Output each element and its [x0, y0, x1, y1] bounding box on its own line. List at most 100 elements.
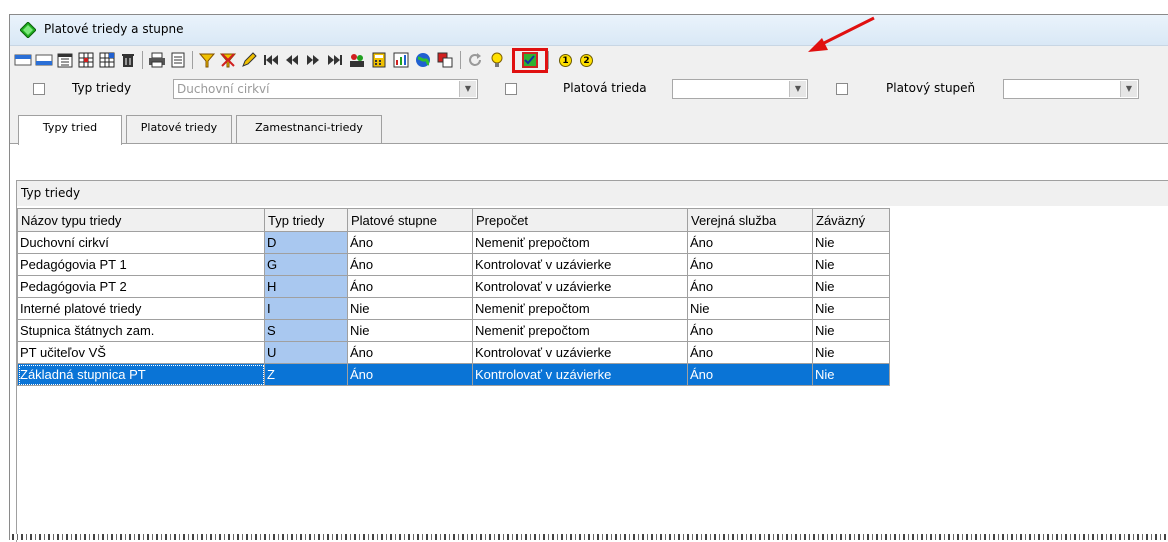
cell-nazov[interactable]: Duchovní cirkví — [17, 231, 265, 254]
cell-prepocet[interactable]: Nemeniť prepočtom — [472, 319, 688, 342]
table-row[interactable]: Duchovní cirkví D Áno Nemeniť prepočtom Áno N… — [17, 231, 890, 254]
cell-zavazny[interactable]: Nie — [812, 231, 890, 254]
circle-one-icon[interactable]: 1 — [559, 54, 572, 67]
cell-nazov[interactable]: PT učiteľov VŠ — [17, 341, 265, 364]
column-header[interactable]: Typ triedy — [264, 208, 348, 232]
table-top-icon[interactable] — [14, 51, 32, 69]
platovy-stupen-checkbox[interactable] — [836, 83, 848, 95]
cell-verejna-sluzba[interactable]: Áno — [687, 231, 813, 254]
cell-zavazny[interactable]: Nie — [812, 363, 890, 386]
tab-typy-tried[interactable]: Typy tried — [18, 115, 122, 145]
cell-zavazny[interactable]: Nie — [812, 319, 890, 342]
cell-zavazny[interactable]: Nie — [812, 253, 890, 276]
cell-nazov[interactable]: Pedagógovia PT 1 — [17, 253, 265, 276]
cell-platove-stupne[interactable]: Áno — [347, 363, 473, 386]
cell-verejna-sluzba[interactable]: Áno — [687, 341, 813, 364]
filter-icon[interactable] — [198, 51, 216, 69]
table-row-selected[interactable]: Základná stupnica PT Z Áno Kontrolovať v uz… — [17, 363, 890, 386]
table-row[interactable]: Pedagógovia PT 2 H Áno Kontrolovať v uzávie… — [17, 275, 890, 298]
data-grid[interactable]: Názov typu triedy Typ triedy Platové stu… — [16, 206, 1168, 542]
cell-nazov[interactable]: Interné platové triedy — [17, 297, 265, 320]
prev-record-icon[interactable] — [283, 51, 301, 69]
globe-icon[interactable] — [414, 51, 432, 69]
tab-platove-triedy[interactable]: Platové triedy — [126, 115, 232, 143]
cell-platove-stupne[interactable]: Nie — [347, 319, 473, 342]
cell-prepocet[interactable]: Kontrolovať v uzávierke — [472, 341, 688, 364]
table-bottom-icon[interactable] — [35, 51, 53, 69]
cell-typ[interactable]: S — [264, 319, 348, 342]
grid-icon[interactable] — [77, 51, 95, 69]
checklist-icon[interactable] — [521, 51, 539, 69]
cell-typ[interactable]: U — [264, 341, 348, 364]
circle-two-icon[interactable]: 2 — [580, 54, 593, 67]
cell-typ[interactable]: G — [264, 253, 348, 276]
printer-icon[interactable] — [148, 51, 166, 69]
cell-platove-stupne[interactable]: Nie — [347, 297, 473, 320]
chevron-down-icon[interactable]: ▼ — [789, 81, 806, 97]
column-header[interactable]: Prepočet — [472, 208, 688, 232]
cell-verejna-sluzba[interactable]: Áno — [687, 275, 813, 298]
column-header[interactable]: Platové stupne — [347, 208, 473, 232]
cell-verejna-sluzba[interactable]: Áno — [687, 253, 813, 276]
document-icon[interactable] — [169, 51, 187, 69]
column-header[interactable]: Názov typu triedy — [17, 208, 265, 232]
clear-filter-icon[interactable] — [219, 51, 237, 69]
cell-platove-stupne[interactable]: Áno — [347, 253, 473, 276]
last-record-icon[interactable] — [326, 51, 344, 69]
cell-nazov[interactable]: Stupnica štátnych zam. — [17, 319, 265, 342]
chart-icon[interactable] — [392, 51, 410, 69]
cell-typ[interactable]: I — [264, 297, 348, 320]
refresh-icon[interactable] — [466, 51, 484, 69]
cell-platove-stupne[interactable]: Áno — [347, 231, 473, 254]
calendar-icon[interactable] — [56, 51, 74, 69]
trash-icon[interactable] — [119, 51, 137, 69]
cell-verejna-sluzba[interactable]: Áno — [687, 319, 813, 342]
platova-trieda-checkbox[interactable] — [505, 83, 517, 95]
cell-prepocet[interactable]: Kontrolovať v uzávierke — [472, 363, 688, 386]
typ-triedy-checkbox[interactable] — [33, 83, 45, 95]
column-header[interactable]: Záväzný — [812, 208, 890, 232]
copy-red-icon[interactable] — [436, 51, 454, 69]
platovy-stupen-combo[interactable]: ▼ — [1003, 79, 1139, 99]
grid-blue-icon[interactable] — [98, 51, 116, 69]
table-row[interactable]: Pedagógovia PT 1 G Áno Kontrolovať v uzávie… — [17, 253, 890, 276]
pencil-icon[interactable] — [240, 51, 258, 69]
next-record-icon[interactable] — [304, 51, 322, 69]
bulb-icon[interactable] — [488, 51, 506, 69]
column-header[interactable]: Verejná služba — [687, 208, 813, 232]
cell-zavazny[interactable]: Nie — [812, 275, 890, 298]
cell-nazov[interactable]: Základná stupnica PT — [17, 363, 265, 386]
cell-typ[interactable]: D — [264, 231, 348, 254]
cell-typ[interactable]: Z — [264, 363, 348, 386]
filter-bar: Typ triedy Duchovní cirkví ▼ Platová tri… — [10, 77, 1168, 105]
cell-verejna-sluzba[interactable]: Nie — [687, 297, 813, 320]
chevron-down-icon[interactable]: ▼ — [459, 81, 476, 97]
users-icon[interactable] — [348, 51, 366, 69]
title-bar: Platové triedy a stupne — [10, 15, 1168, 46]
app-window: Platové triedy a stupne 1 2 Typ triedy D… — [9, 14, 1168, 542]
table-header-row: Názov typu triedy Typ triedy Platové stu… — [17, 208, 890, 232]
cell-nazov[interactable]: Pedagógovia PT 2 — [17, 275, 265, 298]
platova-trieda-combo[interactable]: ▼ — [672, 79, 808, 99]
cell-platove-stupne[interactable]: Áno — [347, 341, 473, 364]
tab-zamestnanci-triedy[interactable]: Zamestnanci-triedy — [236, 115, 382, 143]
cell-prepocet[interactable]: Kontrolovať v uzávierke — [472, 253, 688, 276]
chevron-down-icon[interactable]: ▼ — [1120, 81, 1137, 97]
cell-prepocet[interactable]: Nemeniť prepočtom — [472, 231, 688, 254]
table-row[interactable]: PT učiteľov VŠ U Áno Kontrolovať v uzávierk… — [17, 341, 890, 364]
typ-triedy-combo[interactable]: Duchovní cirkví ▼ — [173, 79, 478, 99]
cell-typ[interactable]: H — [264, 275, 348, 298]
platovy-stupen-label: Platový stupeň — [886, 81, 976, 95]
cell-zavazny[interactable]: Nie — [812, 341, 890, 364]
first-record-icon[interactable] — [262, 51, 280, 69]
cell-prepocet[interactable]: Nemeniť prepočtom — [472, 297, 688, 320]
cell-platove-stupne[interactable]: Áno — [347, 275, 473, 298]
annotation-arrow-icon — [808, 16, 875, 52]
cell-zavazny[interactable]: Nie — [812, 297, 890, 320]
cell-verejna-sluzba[interactable]: Áno — [687, 363, 813, 386]
toolbar-separator — [142, 51, 143, 69]
table-row[interactable]: Interné platové triedy I Nie Nemeniť prepoč… — [17, 297, 890, 320]
table-row[interactable]: Stupnica štátnych zam. S Nie Nemeniť prepoč… — [17, 319, 890, 342]
cell-prepocet[interactable]: Kontrolovať v uzávierke — [472, 275, 688, 298]
calculator-icon[interactable] — [370, 51, 388, 69]
